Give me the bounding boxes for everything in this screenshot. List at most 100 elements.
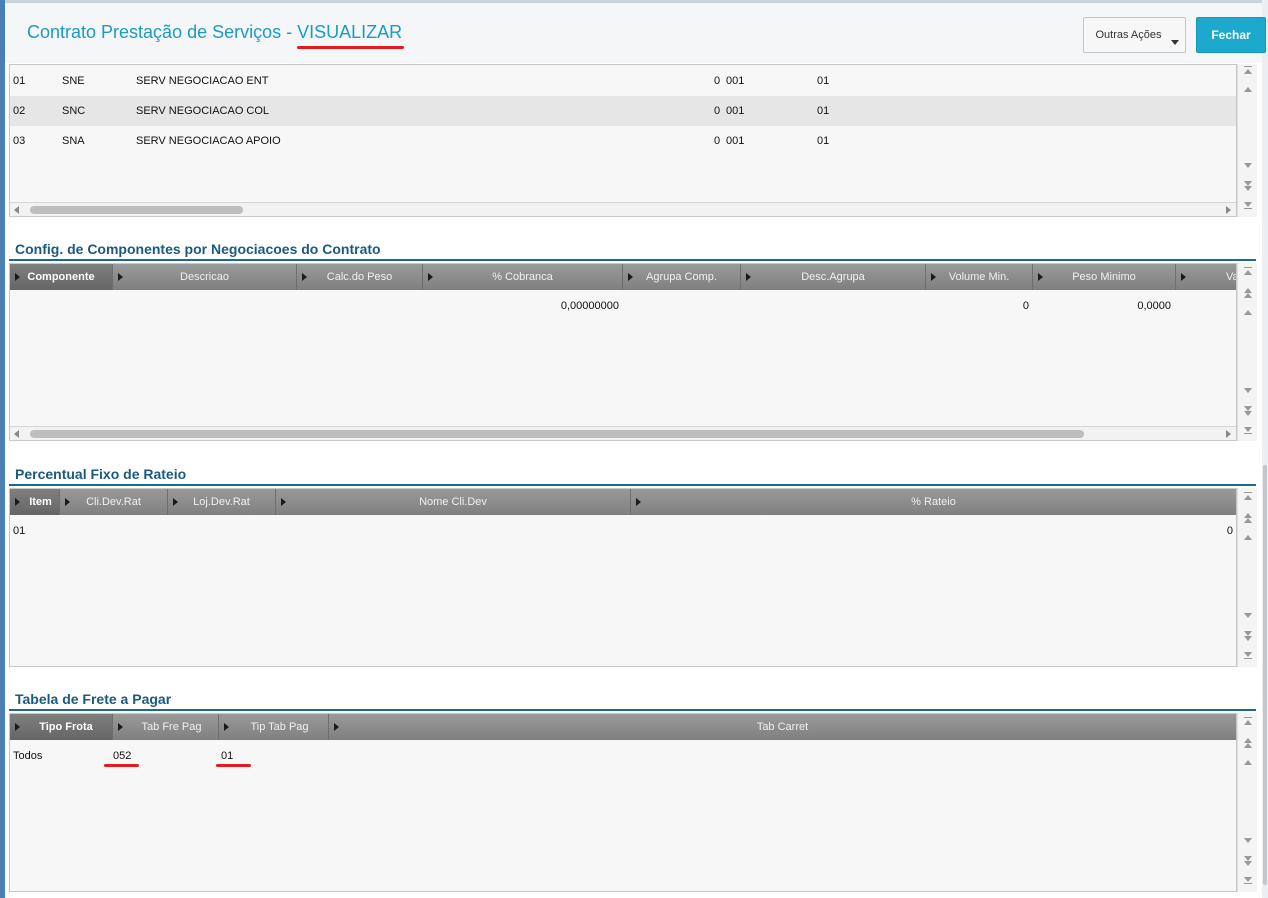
scroll-down-icon[interactable]	[1243, 160, 1253, 172]
column-header-tip-tab-pag[interactable]: Tip Tab Pag	[219, 714, 329, 740]
column-header-item[interactable]: Item	[10, 489, 60, 515]
scroll-page-up-icon[interactable]	[1243, 737, 1253, 749]
column-header-descricao[interactable]: Descricao	[113, 264, 297, 290]
fechar-button[interactable]: Fechar	[1196, 17, 1266, 53]
page-title-text: Contrato Prestação de Serviços -	[27, 22, 298, 42]
frete-vertical-scrollbar[interactable]	[1237, 713, 1257, 892]
sort-arrow-icon	[1181, 273, 1186, 281]
page-mode: VISUALIZAR	[297, 22, 403, 42]
sort-arrow-icon	[334, 723, 339, 731]
scroll-up-icon[interactable]	[1243, 532, 1253, 544]
sort-arrow-icon	[746, 273, 751, 281]
sort-arrow-icon	[15, 723, 20, 731]
column-header-rateio[interactable]: % Rateio	[631, 489, 1236, 515]
page-header: Contrato Prestação de Serviços - VISUALI…	[5, 3, 1266, 63]
column-header-volume-min[interactable]: Volume Min.	[926, 264, 1033, 290]
column-header-calc-peso[interactable]: Calc.do Peso	[297, 264, 423, 290]
rateio-vertical-scrollbar[interactable]	[1237, 488, 1257, 667]
horizontal-scroll-thumb[interactable]	[30, 430, 1084, 438]
row-version: 01	[817, 135, 830, 147]
scroll-page-down-icon[interactable]	[1243, 630, 1253, 642]
componentes-section-title: Config. de Componentes por Negociacoes d…	[15, 241, 381, 257]
cell-volume-min: 0	[1022, 300, 1029, 312]
sort-arrow-icon	[173, 498, 178, 506]
table-row[interactable]: 03 SNA SERV NEGOCIACAO APOIO 0 001 01	[10, 126, 1236, 156]
outras-acoes-button[interactable]: Outras Ações	[1083, 17, 1186, 53]
scroll-bottom-icon[interactable]	[1243, 425, 1253, 437]
cell-tipo-frota: Todos	[13, 750, 43, 762]
sort-arrow-icon	[302, 273, 307, 281]
scroll-top-icon[interactable]	[1243, 492, 1253, 504]
column-header-nome-cli-dev[interactable]: Nome Cli.Dev	[276, 489, 631, 515]
section-divider	[9, 484, 1256, 486]
horizontal-scrollbar[interactable]	[10, 426, 1236, 440]
column-header-desc-agrupa[interactable]: Desc.Agrupa	[741, 264, 926, 290]
column-header-peso-minimo[interactable]: Peso Minimo	[1033, 264, 1176, 290]
column-header-componente[interactable]: Componente	[10, 264, 113, 290]
scroll-bottom-icon[interactable]	[1243, 875, 1253, 887]
scroll-down-icon[interactable]	[1243, 610, 1253, 622]
column-header-cli-dev-rat[interactable]: Cli.Dev.Rat	[60, 489, 168, 515]
cell-rateio: 0	[1226, 525, 1233, 537]
row-description: SERV NEGOCIACAO ENT	[136, 75, 269, 87]
scroll-up-icon[interactable]	[1243, 757, 1253, 769]
scroll-page-up-icon[interactable]	[1243, 287, 1253, 299]
scroll-right-icon[interactable]	[1226, 430, 1231, 438]
scroll-up-icon[interactable]	[1243, 84, 1253, 96]
scroll-left-icon[interactable]	[14, 206, 19, 214]
scroll-top-icon[interactable]	[1243, 66, 1253, 78]
scroll-bottom-icon[interactable]	[1243, 650, 1253, 662]
cell-peso-minimo: 0,0000	[1137, 300, 1171, 312]
table-row[interactable]: 0,00000000 0 0,0000	[10, 291, 1236, 321]
sort-arrow-icon	[281, 498, 286, 506]
scroll-right-icon[interactable]	[1226, 206, 1231, 214]
componentes-vertical-scrollbar[interactable]	[1237, 263, 1257, 441]
table-row[interactable]: 01 0	[10, 516, 1236, 546]
table-header: Componente Descricao Calc.do Peso % Cobr…	[10, 264, 1236, 290]
frete-grid: Tipo Frota Tab Fre Pag Tip Tab Pag Tab C…	[9, 713, 1237, 892]
table-row[interactable]: Todos 052 01	[10, 741, 1236, 771]
row-code: SNE	[62, 75, 85, 87]
scroll-bottom-icon[interactable]	[1243, 200, 1253, 212]
componentes-grid: Componente Descricao Calc.do Peso % Cobr…	[9, 263, 1237, 441]
sort-arrow-icon	[65, 498, 70, 506]
scroll-down-icon[interactable]	[1243, 835, 1253, 847]
row-item: 02	[13, 105, 26, 117]
table-row[interactable]: 01 SNE SERV NEGOCIACAO ENT 0 001 01	[10, 66, 1236, 96]
scroll-page-down-icon[interactable]	[1243, 180, 1253, 192]
column-header-valor[interactable]: Va	[1176, 264, 1236, 290]
row-code: SNC	[62, 105, 86, 117]
row-version: 01	[817, 75, 830, 87]
row-code: SNA	[62, 135, 85, 147]
column-header-tab-carret[interactable]: Tab Carret	[329, 714, 1236, 740]
column-header-tipo-frota[interactable]: Tipo Frota	[10, 714, 113, 740]
window-left-border	[0, 0, 5, 898]
scroll-page-down-icon[interactable]	[1243, 855, 1253, 867]
scroll-top-icon[interactable]	[1243, 717, 1253, 729]
outras-acoes-label: Outras Ações	[1095, 29, 1162, 41]
sort-arrow-icon	[118, 273, 123, 281]
tip-tab-pag-highlight-mark	[216, 764, 251, 767]
page-scrollbar-thumb[interactable]	[1263, 465, 1267, 885]
rateio-section-title: Percentual Fixo de Rateio	[15, 466, 187, 482]
scroll-page-down-icon[interactable]	[1243, 405, 1253, 417]
scroll-top-icon[interactable]	[1243, 267, 1253, 279]
page-scrollbar[interactable]	[1262, 0, 1268, 898]
negociacoes-vertical-scrollbar[interactable]	[1237, 64, 1257, 217]
scroll-left-icon[interactable]	[14, 430, 19, 438]
horizontal-scroll-thumb[interactable]	[30, 206, 243, 214]
row-item: 03	[13, 135, 26, 147]
negociacoes-grid: 01 SNE SERV NEGOCIACAO ENT 0 001 01 02 S…	[9, 64, 1237, 217]
frete-section-title: Tabela de Frete a Pagar	[15, 691, 172, 707]
row-version: 01	[817, 105, 830, 117]
scroll-page-up-icon[interactable]	[1243, 512, 1253, 524]
scroll-down-icon[interactable]	[1243, 385, 1253, 397]
horizontal-scrollbar[interactable]	[10, 202, 1236, 216]
column-header-cobranca[interactable]: % Cobranca	[423, 264, 623, 290]
scroll-up-icon[interactable]	[1243, 307, 1253, 319]
column-header-loj-dev-rat[interactable]: Loj.Dev.Rat	[168, 489, 276, 515]
column-header-tab-fre-pag[interactable]: Tab Fre Pag	[113, 714, 219, 740]
table-row[interactable]: 02 SNC SERV NEGOCIACAO COL 0 001 01	[10, 96, 1236, 126]
sort-arrow-icon	[931, 273, 936, 281]
column-header-agrupa-comp[interactable]: Agrupa Comp.	[623, 264, 741, 290]
